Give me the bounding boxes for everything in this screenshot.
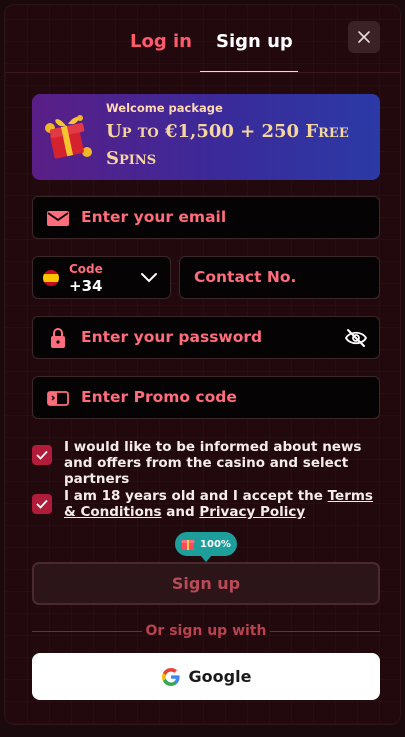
check-icon (36, 499, 48, 509)
tabs-divider (5, 72, 400, 73)
eye-off-icon[interactable] (344, 327, 368, 349)
gift-icon (45, 115, 92, 159)
chevron-down-icon (141, 273, 157, 283)
news-consent-text: I would like to be informed about news a… (64, 439, 362, 487)
contact-placeholder: Contact No. (194, 268, 297, 286)
divider-line-right (270, 631, 380, 632)
tab-login[interactable]: Log in (130, 31, 192, 52)
sign-up-button[interactable]: Sign up (32, 562, 380, 605)
password-placeholder: Enter your password (81, 328, 263, 346)
badge-pointer (200, 555, 212, 562)
privacy-link[interactable]: Privacy Policy (199, 504, 305, 520)
google-icon (161, 667, 180, 686)
google-sign-in-button[interactable]: Google (32, 653, 380, 700)
banner-subtitle: Welcome package (106, 101, 223, 115)
and-text: and (161, 504, 200, 520)
email-field[interactable]: Enter your email (32, 196, 380, 239)
promo-code-field[interactable]: Enter Promo code (32, 376, 380, 419)
progress-badge: 100% (175, 532, 237, 556)
lock-icon (51, 328, 65, 348)
signup-modal: Log in Sign up Welcome package Up to €1,… (4, 4, 401, 725)
welcome-banner[interactable]: Welcome package Up to €1,500 + 250 Free … (32, 94, 380, 180)
code-label: Code (69, 262, 103, 276)
contact-number-field[interactable]: Contact No. (179, 256, 380, 299)
age-consent-prefix: I am 18 years old and I accept the (64, 488, 328, 504)
news-consent-checkbox[interactable] (32, 445, 52, 465)
close-icon (358, 31, 370, 43)
auth-tabs: Log in Sign up (5, 21, 400, 72)
google-button-label: Google (188, 667, 252, 686)
promo-placeholder: Enter Promo code (81, 388, 237, 406)
or-divider: Or sign up with (32, 622, 380, 642)
age-consent-text: I am 18 years old and I accept the Terms… (64, 488, 382, 520)
password-field[interactable]: Enter your password (32, 316, 380, 359)
email-placeholder: Enter your email (81, 208, 227, 226)
spain-flag-icon (43, 270, 59, 286)
banner-title: Up to €1,500 + 250 Free Spins (106, 121, 349, 169)
close-button[interactable] (348, 21, 380, 53)
code-value: +34 (69, 277, 103, 295)
gift-icon (181, 540, 195, 550)
email-icon (47, 211, 69, 226)
promo-ticket-icon (47, 391, 69, 406)
progress-label: 100% (200, 538, 231, 550)
tab-signup[interactable]: Sign up (216, 31, 293, 52)
age-consent-checkbox[interactable] (32, 494, 52, 514)
check-icon (36, 450, 48, 460)
country-code-select[interactable]: Code +34 (32, 256, 171, 299)
